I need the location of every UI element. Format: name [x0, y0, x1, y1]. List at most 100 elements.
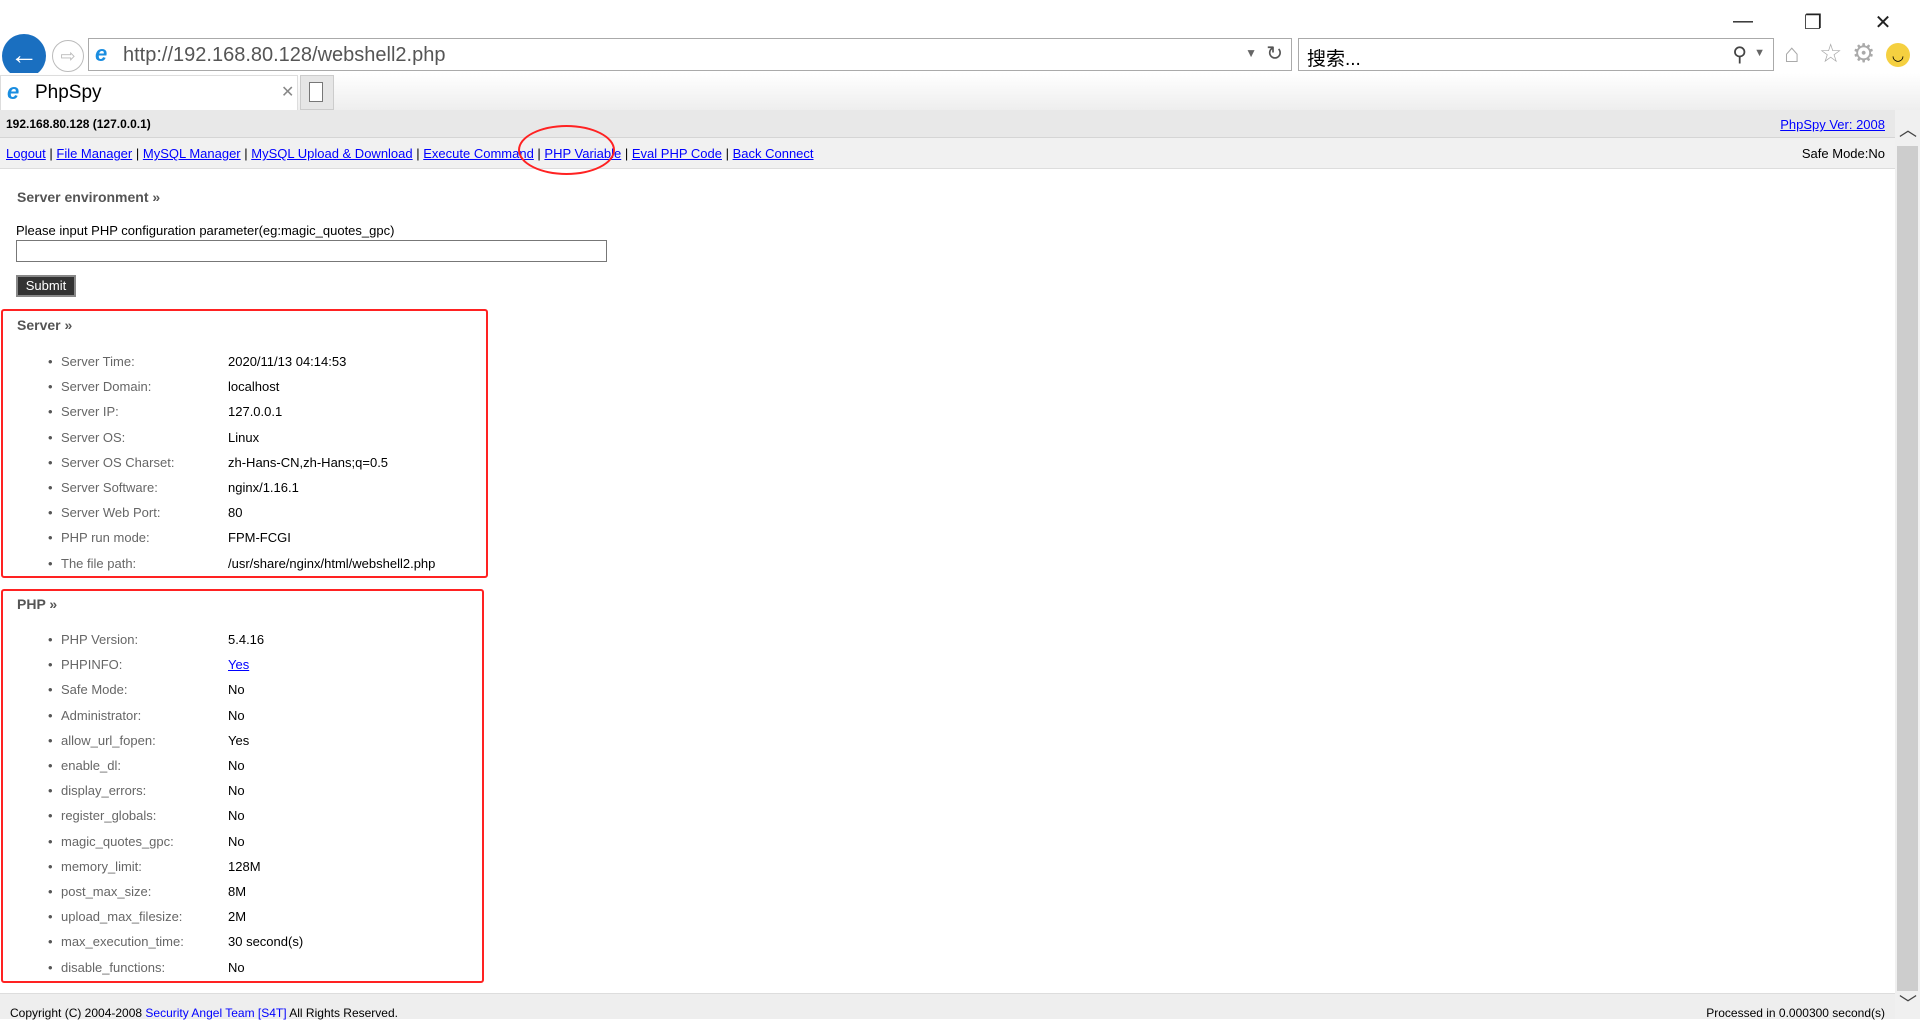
info-label: Server Web Port: — [61, 505, 161, 521]
host-label: 192.168.80.128 (127.0.0.1) — [6, 117, 151, 131]
vertical-scrollbar[interactable]: ︿ ﹀ — [1895, 110, 1920, 1019]
section-title-env: Server environment » — [17, 189, 161, 205]
nav-link-logout[interactable]: Logout — [6, 146, 46, 161]
info-value: 5.4.16 — [228, 632, 265, 647]
info-label: Server Software: — [61, 480, 158, 495]
bullet: • — [48, 833, 53, 849]
info-value: 80 — [228, 505, 243, 521]
bullet: • — [48, 379, 53, 395]
feedback-smiley-icon[interactable]: ◡ — [1886, 43, 1910, 67]
nav-separator: | — [132, 146, 143, 161]
new-tab-button[interactable] — [300, 75, 334, 110]
bullet: • — [48, 808, 53, 824]
bullet: • — [48, 454, 53, 470]
bullet: • — [48, 404, 53, 420]
info-label: max_execution_time: — [61, 934, 184, 950]
nav-link-file-manager[interactable]: File Manager — [56, 146, 132, 161]
info-value: No — [228, 758, 245, 773]
search-icon[interactable]: ⚲ — [1732, 42, 1747, 67]
nav-separator: | — [621, 146, 632, 161]
info-label: register_globals: — [61, 808, 157, 824]
info-label: Server Domain: — [61, 379, 152, 395]
info-value: 2M — [228, 909, 247, 925]
search-input[interactable]: 搜索... — [1307, 44, 1361, 71]
info-label: PHP Version: — [61, 632, 139, 647]
info-value: No — [228, 707, 245, 723]
info-value-link[interactable]: Yes — [228, 657, 249, 672]
info-value: nginx/1.16.1 — [228, 480, 299, 495]
tab-phpspy[interactable]: e PhpSpy ✕ — [0, 75, 298, 110]
forward-button[interactable]: ⇨ — [52, 40, 84, 72]
nav-separator: | — [240, 146, 252, 161]
nav-separator: | — [45, 146, 57, 161]
info-label: disable_functions: — [61, 959, 166, 975]
bullet: • — [48, 429, 53, 445]
close-tab-icon[interactable]: ✕ — [281, 82, 294, 102]
safe-mode-status: Safe Mode:No — [1801, 146, 1885, 161]
bullet: • — [48, 632, 53, 647]
favorites-star-icon[interactable]: ☆ — [1819, 38, 1842, 69]
bullet: • — [48, 934, 53, 950]
info-value: Yes — [228, 732, 250, 748]
info-label: The file path: — [61, 555, 137, 571]
back-button[interactable]: ← — [2, 34, 46, 78]
nav-link-eval-php-code[interactable]: Eval PHP Code — [632, 146, 722, 161]
php-box: PHP » • PHP Version: 5.4.16 • PHPINFO: Yes • Sa… — [1, 589, 484, 983]
dropdown-icon[interactable]: ▼ — [1245, 46, 1257, 60]
page-header: 192.168.80.128 (127.0.0.1) PhpSpy Ver: 2… — [0, 110, 1895, 138]
refresh-icon[interactable]: ↻ — [1266, 41, 1283, 66]
bullet: • — [48, 858, 53, 874]
info-label: enable_dl: — [61, 758, 121, 773]
nav-link-mysql-manager[interactable]: MySQL Manager — [143, 146, 241, 161]
scroll-thumb[interactable] — [1897, 146, 1918, 991]
bullet: • — [48, 682, 53, 698]
info-value: 127.0.0.1 — [228, 404, 283, 420]
info-value: /usr/share/nginx/html/webshell2.php — [228, 555, 436, 571]
param-label: Please input PHP configuration parameter… — [16, 223, 395, 238]
tab-title: PhpSpy — [35, 82, 102, 103]
bullet: • — [48, 884, 53, 899]
info-label: upload_max_filesize: — [61, 909, 183, 925]
minimize-button[interactable]: — — [1723, 10, 1763, 33]
info-value: No — [228, 808, 245, 824]
nav-link-back-connect[interactable]: Back Connect — [733, 146, 814, 161]
info-label: Safe Mode: — [61, 682, 128, 698]
close-window-button[interactable]: ✕ — [1863, 10, 1903, 35]
scroll-down-icon[interactable]: ﹀ — [1899, 990, 1917, 1016]
ie-logo-icon: e — [95, 41, 108, 66]
info-label: Server Time: — [61, 354, 135, 369]
bullet: • — [48, 480, 53, 495]
copyright-suffix: All Rights Reserved. — [286, 1006, 398, 1020]
info-label: allow_url_fopen: — [61, 732, 156, 748]
info-label: Server IP: — [61, 404, 119, 420]
bullet: • — [48, 555, 53, 571]
bullet: • — [48, 505, 53, 521]
info-label: PHP run mode: — [61, 530, 150, 546]
copyright-text: Copyright (C) 2004-2008 — [10, 1006, 146, 1020]
restore-button[interactable]: ❐ — [1793, 10, 1833, 35]
bullet: • — [48, 959, 53, 975]
nav-link-mysql-upload-download[interactable]: MySQL Upload & Download — [251, 146, 412, 161]
info-value: 2020/11/13 04:14:53 — [228, 354, 347, 369]
bullet: • — [48, 530, 53, 546]
param-input[interactable] — [16, 240, 607, 262]
home-icon[interactable]: ⌂ — [1784, 38, 1800, 69]
search-dropdown-icon[interactable]: ▼ — [1754, 47, 1765, 59]
bullet: • — [48, 354, 53, 369]
address-bar[interactable]: e http://192.168.80.128/webshell2.php ▼ … — [88, 38, 1292, 71]
info-value: localhost — [228, 379, 280, 395]
scroll-up-icon[interactable]: ︿ — [1899, 116, 1917, 142]
info-value: 128M — [228, 858, 261, 874]
submit-button[interactable]: Submit — [16, 275, 76, 297]
version-link[interactable]: PhpSpy Ver: 2008 — [1780, 117, 1885, 132]
bullet: • — [48, 909, 53, 925]
processed-time: Processed in 0.000300 second(s) — [1706, 1006, 1885, 1020]
settings-gear-icon[interactable]: ⚙ — [1852, 38, 1875, 69]
ie-tab-icon: e — [7, 79, 20, 104]
search-box[interactable]: 搜索... ⚲ ▼ — [1298, 38, 1774, 71]
info-label: memory_limit: — [61, 858, 142, 874]
info-value: No — [228, 682, 245, 698]
info-label: post_max_size: — [61, 884, 152, 899]
team-link[interactable]: Security Angel Team [S4T] — [145, 1006, 286, 1020]
url-text[interactable]: http://192.168.80.128/webshell2.php — [123, 44, 445, 67]
